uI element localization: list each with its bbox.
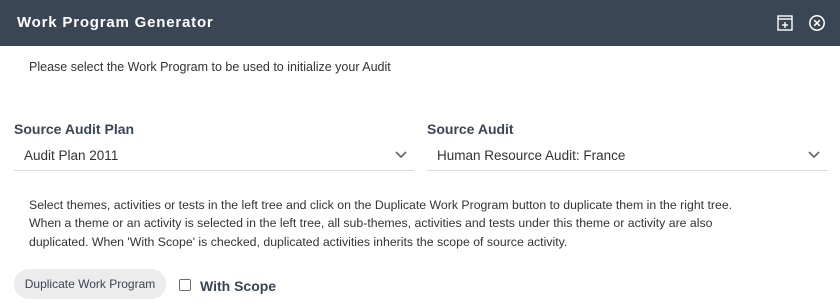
close-button[interactable] bbox=[808, 14, 826, 32]
help-line: When a theme or an activity is selected … bbox=[29, 216, 713, 231]
with-scope-label[interactable]: With Scope bbox=[200, 278, 276, 294]
help-line: Select themes, activities or tests in th… bbox=[29, 198, 733, 212]
maximize-button[interactable] bbox=[776, 14, 794, 32]
close-circle-icon bbox=[809, 15, 825, 31]
help-text: Select themes, activities or tests in th… bbox=[29, 196, 819, 251]
work-program-generator-dialog: Work Program Generator Please select the… bbox=[0, 0, 840, 304]
intro-text: Please select the Work Program to be use… bbox=[29, 60, 391, 74]
help-line: duplicated. When 'With Scope' is checked… bbox=[29, 234, 568, 249]
source-audit-plan-label: Source Audit Plan bbox=[14, 121, 135, 137]
maximize-icon bbox=[777, 15, 793, 31]
dialog-titlebar: Work Program Generator bbox=[0, 0, 840, 46]
source-audit-label: Source Audit bbox=[427, 121, 514, 137]
duplicate-work-program-button[interactable]: Duplicate Work Program bbox=[14, 269, 166, 299]
source-audit-select[interactable]: Human Resource Audit: France bbox=[427, 141, 828, 171]
source-audit-plan-select[interactable]: Audit Plan 2011 bbox=[14, 141, 414, 171]
source-audit-value: Human Resource Audit: France bbox=[437, 148, 626, 163]
chevron-down-icon bbox=[807, 150, 821, 160]
chevron-down-icon bbox=[394, 150, 408, 160]
with-scope-checkbox[interactable] bbox=[179, 279, 191, 291]
source-audit-plan-value: Audit Plan 2011 bbox=[24, 148, 119, 163]
dialog-title: Work Program Generator bbox=[17, 14, 214, 31]
